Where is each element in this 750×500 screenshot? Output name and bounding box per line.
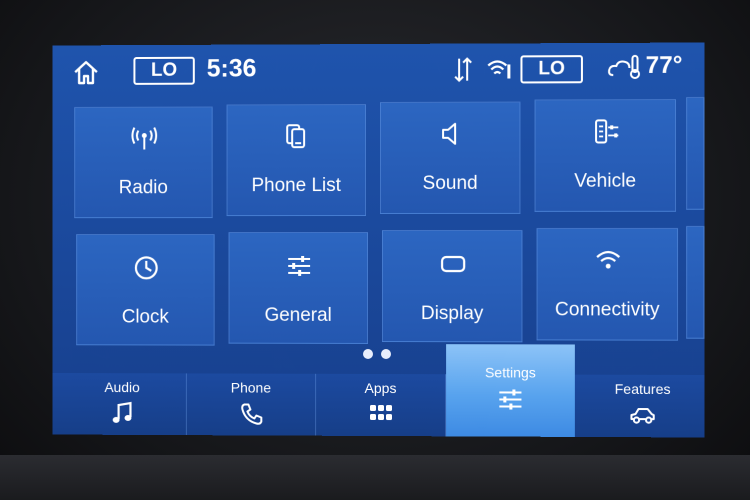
nav-label: Phone [230,379,272,396]
tile-label: Clock [121,306,169,328]
nav-label: Settings [484,364,536,381]
sliders-icon [288,256,311,277]
tile-label: Radio [118,177,168,199]
phone-icon [238,401,264,425]
nav-phone[interactable]: Phone [186,373,317,436]
car-icon [629,403,655,427]
nav-apps[interactable]: Apps [316,373,447,437]
bezel-lower-trim [0,455,750,500]
display-icon [440,255,465,272]
page-indicator[interactable] [363,344,399,363]
tile-sound[interactable]: Sound [379,101,521,214]
tile-offscreen-edge [686,225,705,339]
apps-grid-icon [370,404,392,421]
driver-temp-setting[interactable]: LO [133,56,195,85]
infotainment-screen: LO 5:36 LO 77° Radio Phone List Sound Ve… [52,42,705,438]
vehicle-icon [593,118,619,144]
outside-temperature: 77° [645,51,683,79]
bottom-nav: Audio Phone Apps Features [52,372,705,438]
clock-time: 5:36 [206,54,257,83]
nav-label: Apps [364,379,397,397]
nav-label: Audio [104,379,140,396]
tile-clock[interactable]: Clock [76,234,215,346]
signal-icon [454,57,472,83]
wifi-icon [595,247,621,269]
tile-label: Display [420,303,484,325]
tile-general[interactable]: General [228,232,369,344]
settings-sliders-icon [497,388,523,410]
status-bar: LO 5:36 LO 77° [53,43,705,98]
nav-features[interactable]: Features [577,375,705,438]
tile-display[interactable]: Display [381,229,523,343]
phone-list-icon [286,124,306,149]
sound-icon [441,122,456,145]
clock-icon [133,255,159,281]
nav-label: Features [614,380,671,398]
tile-label: Phone List [251,175,341,197]
passenger-temp-setting[interactable]: LO [520,55,583,84]
wifi-icon [486,56,512,79]
tile-offscreen-edge [686,96,705,210]
home-icon[interactable] [72,59,100,85]
page-dot-2[interactable] [380,349,392,360]
page-dot-1[interactable] [363,348,374,359]
tile-label: General [264,304,332,326]
tile-phone-list[interactable]: Phone List [226,104,367,217]
nav-settings[interactable]: Settings [446,344,575,437]
tile-label: Connectivity [554,299,660,321]
radio-icon [132,127,158,151]
nav-audio[interactable]: Audio [58,373,187,436]
tile-connectivity[interactable]: Connectivity [536,227,679,341]
music-icon [112,401,136,425]
tile-vehicle[interactable]: Vehicle [534,99,677,212]
tile-label: Sound [422,172,478,194]
tile-radio[interactable]: Radio [74,106,213,219]
weather-icon [607,53,641,81]
tile-label: Vehicle [574,170,637,192]
